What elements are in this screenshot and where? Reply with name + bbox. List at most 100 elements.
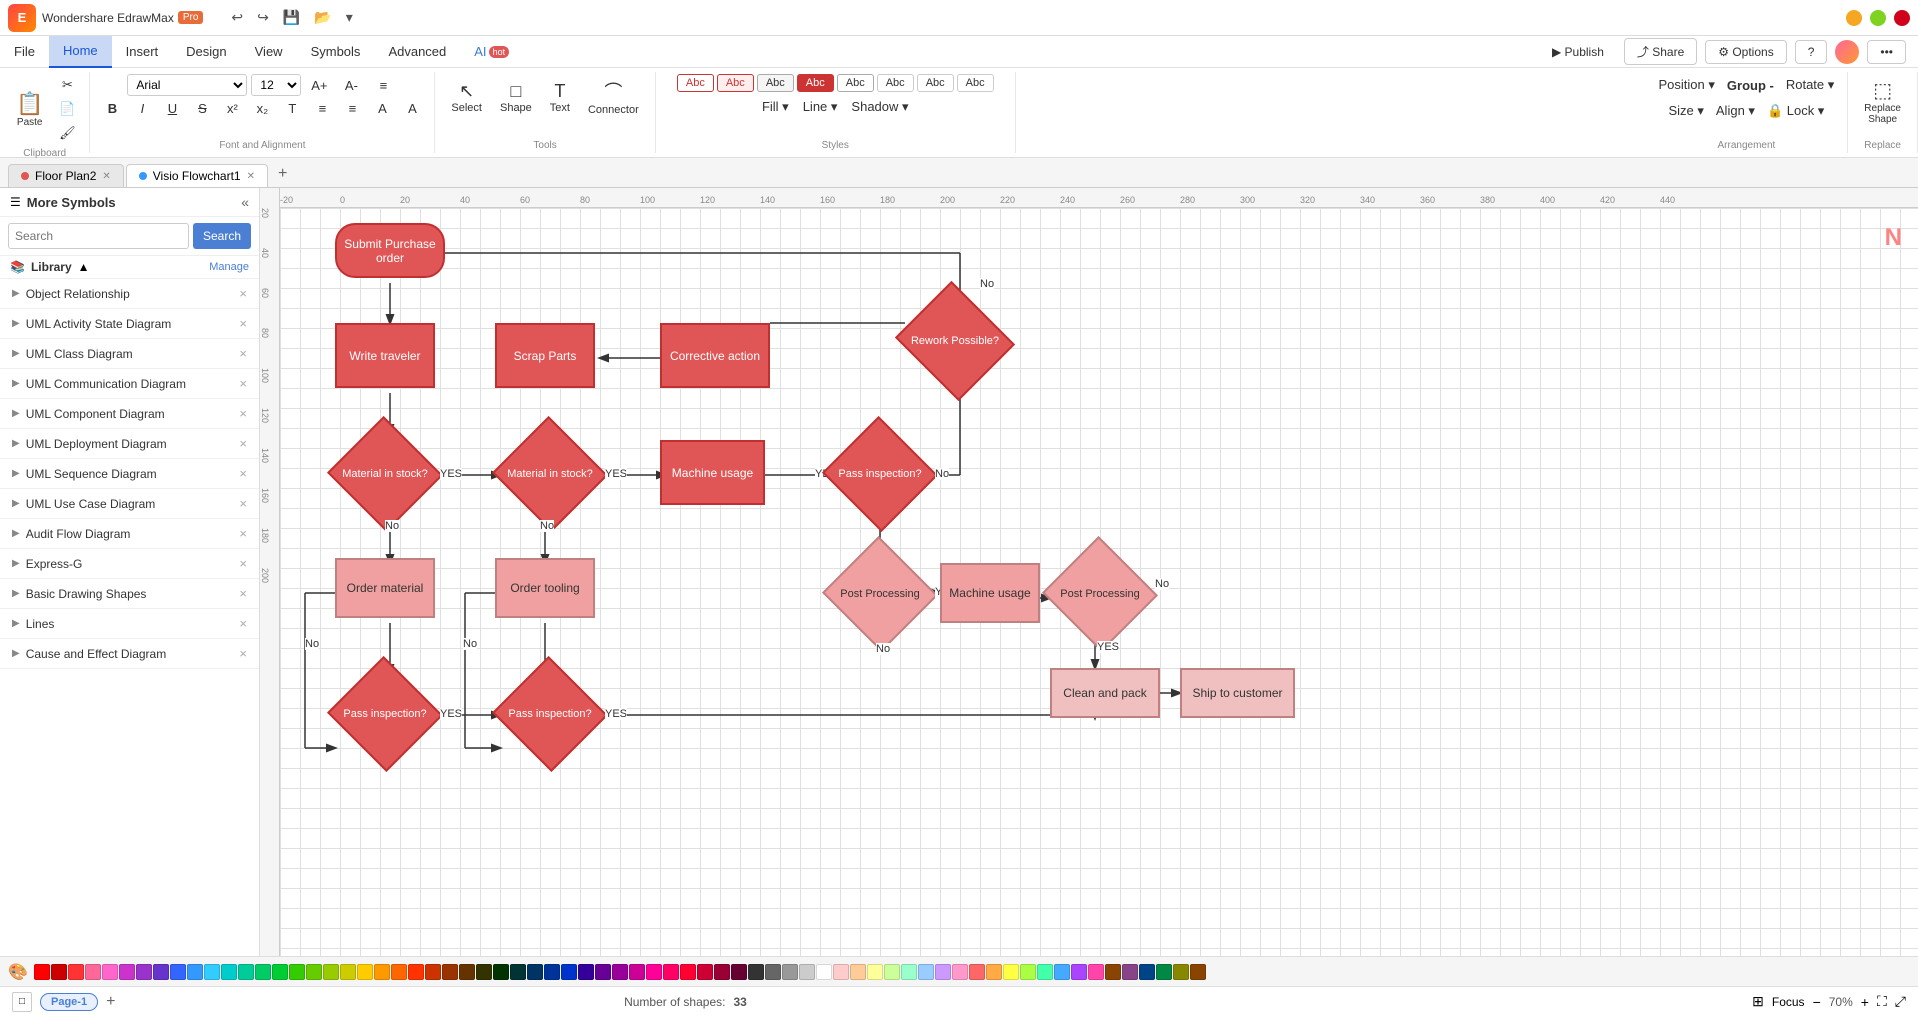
rotate-btn[interactable]: Rotate ▾: [1781, 74, 1839, 96]
strikethrough-btn[interactable]: S: [188, 98, 216, 119]
canvas[interactable]: Submit Purchase order Write traveler Scr…: [280, 208, 1918, 956]
style-swatch-8[interactable]: Abc: [957, 74, 994, 92]
color-swatch[interactable]: [68, 964, 84, 980]
underline-btn[interactable]: U: [158, 98, 186, 119]
node-pass-inspection3[interactable]: Pass inspection?: [500, 670, 600, 758]
color-swatch[interactable]: [204, 964, 220, 980]
color-swatch[interactable]: [850, 964, 866, 980]
format-painter-btn[interactable]: 🖌: [53, 122, 81, 144]
color-swatch[interactable]: [1122, 964, 1138, 980]
font-increase-btn[interactable]: A+: [305, 75, 333, 96]
close-btn[interactable]: [1894, 10, 1910, 26]
maximize-btn[interactable]: [1870, 10, 1886, 26]
color-swatch[interactable]: [323, 964, 339, 980]
fill-btn[interactable]: Fill ▾: [757, 96, 794, 118]
close-x-icon[interactable]: ×: [239, 616, 247, 631]
menu-home[interactable]: Home: [49, 36, 112, 68]
color-swatch[interactable]: [1139, 964, 1155, 980]
color-swatch[interactable]: [119, 964, 135, 980]
superscript-btn[interactable]: x²: [218, 98, 246, 119]
color-swatch[interactable]: [918, 964, 934, 980]
color-swatch[interactable]: [867, 964, 883, 980]
cut-btn[interactable]: ✂: [53, 74, 81, 96]
node-rework-possible[interactable]: Rework Possible?: [900, 296, 1010, 386]
focus-btn[interactable]: Focus: [1772, 995, 1805, 1009]
shape-btn[interactable]: □ Shape: [492, 77, 540, 118]
color-swatch[interactable]: [527, 964, 543, 980]
page-tab-1[interactable]: Page-1: [40, 993, 98, 1011]
style-swatch-3[interactable]: Abc: [757, 74, 794, 92]
minimize-btn[interactable]: [1846, 10, 1862, 26]
font-size-select[interactable]: 12: [251, 74, 301, 96]
sidebar-item-object-relationship[interactable]: ▶Object Relationship×: [0, 279, 259, 309]
list-btn[interactable]: ≡: [308, 98, 336, 119]
color-swatch[interactable]: [1088, 964, 1104, 980]
color-swatch[interactable]: [612, 964, 628, 980]
menu-advanced[interactable]: Advanced: [374, 36, 460, 68]
style-swatch-6[interactable]: Abc: [877, 74, 914, 92]
color-swatch[interactable]: [935, 964, 951, 980]
color-swatch[interactable]: [952, 964, 968, 980]
sidebar-item-uml-sequence[interactable]: ▶UML Sequence Diagram×: [0, 459, 259, 489]
sidebar-item-uml-use-case[interactable]: ▶UML Use Case Diagram×: [0, 489, 259, 519]
lock-btn[interactable]: 🔒 Lock ▾: [1762, 100, 1829, 122]
color-swatch[interactable]: [629, 964, 645, 980]
color-swatch[interactable]: [595, 964, 611, 980]
sidebar-item-express-g[interactable]: ▶Express-G×: [0, 549, 259, 579]
connector-btn[interactable]: ⌒ Connector: [580, 74, 647, 120]
page-box-btn[interactable]: □: [12, 992, 32, 1012]
group-btn[interactable]: Group -: [1722, 75, 1779, 96]
color-swatch[interactable]: [1020, 964, 1036, 980]
close-x-icon[interactable]: ×: [239, 556, 247, 571]
copy-btn[interactable]: 📄: [53, 98, 81, 120]
bold-btn[interactable]: B: [98, 98, 126, 119]
add-page-btn[interactable]: +: [106, 993, 115, 1011]
color-swatch[interactable]: [221, 964, 237, 980]
save-btn[interactable]: 💾: [279, 7, 304, 28]
close-x-icon[interactable]: ×: [239, 406, 247, 421]
highlight-btn[interactable]: A: [398, 98, 426, 119]
search-button[interactable]: Search: [193, 223, 251, 249]
sidebar-item-uml-component[interactable]: ▶UML Component Diagram×: [0, 399, 259, 429]
color-swatch[interactable]: [561, 964, 577, 980]
color-swatch[interactable]: [85, 964, 101, 980]
font-color-btn[interactable]: A: [368, 98, 396, 119]
color-swatch[interactable]: [1105, 964, 1121, 980]
node-submit-po[interactable]: Submit Purchase order: [335, 223, 445, 278]
help-btn[interactable]: ?: [1795, 40, 1828, 64]
paste-btn[interactable]: 📋Paste: [8, 87, 51, 132]
color-swatch[interactable]: [391, 964, 407, 980]
menu-symbols[interactable]: Symbols: [297, 36, 375, 68]
color-swatch[interactable]: [969, 964, 985, 980]
color-swatch[interactable]: [765, 964, 781, 980]
share-btn[interactable]: ⤴ Share: [1624, 38, 1697, 65]
color-swatch[interactable]: [782, 964, 798, 980]
sidebar-item-uml-activity[interactable]: ▶UML Activity State Diagram×: [0, 309, 259, 339]
sidebar-item-cause-effect[interactable]: ▶Cause and Effect Diagram×: [0, 639, 259, 669]
color-swatch[interactable]: [1190, 964, 1206, 980]
sidebar-item-audit-flow[interactable]: ▶Audit Flow Diagram×: [0, 519, 259, 549]
add-tab-btn[interactable]: +: [270, 161, 295, 187]
color-swatch[interactable]: [1037, 964, 1053, 980]
color-swatch[interactable]: [884, 964, 900, 980]
node-pass-inspection2[interactable]: Pass inspection?: [335, 670, 435, 758]
sidebar-item-uml-deployment[interactable]: ▶UML Deployment Diagram×: [0, 429, 259, 459]
color-swatch[interactable]: [442, 964, 458, 980]
sidebar-item-lines[interactable]: ▶Lines×: [0, 609, 259, 639]
close-x-icon[interactable]: ×: [239, 466, 247, 481]
node-post-processing1[interactable]: Post Processing: [830, 550, 930, 638]
color-swatch[interactable]: [663, 964, 679, 980]
color-swatch[interactable]: [578, 964, 594, 980]
select-btn[interactable]: ↖ Select: [443, 77, 490, 118]
node-corrective-action[interactable]: Corrective action: [660, 323, 770, 388]
color-swatch[interactable]: [153, 964, 169, 980]
expand-btn[interactable]: ⤢: [1895, 993, 1906, 1010]
sidebar-item-basic-drawing[interactable]: ▶Basic Drawing Shapes×: [0, 579, 259, 609]
color-swatch[interactable]: [170, 964, 186, 980]
color-swatch[interactable]: [544, 964, 560, 980]
color-swatch[interactable]: [816, 964, 832, 980]
tab-floor-plan[interactable]: Floor Plan2 ✕: [8, 164, 124, 187]
undo-btn[interactable]: ↩: [227, 7, 247, 28]
color-swatch[interactable]: [255, 964, 271, 980]
style-swatch-4[interactable]: Abc: [797, 74, 834, 92]
